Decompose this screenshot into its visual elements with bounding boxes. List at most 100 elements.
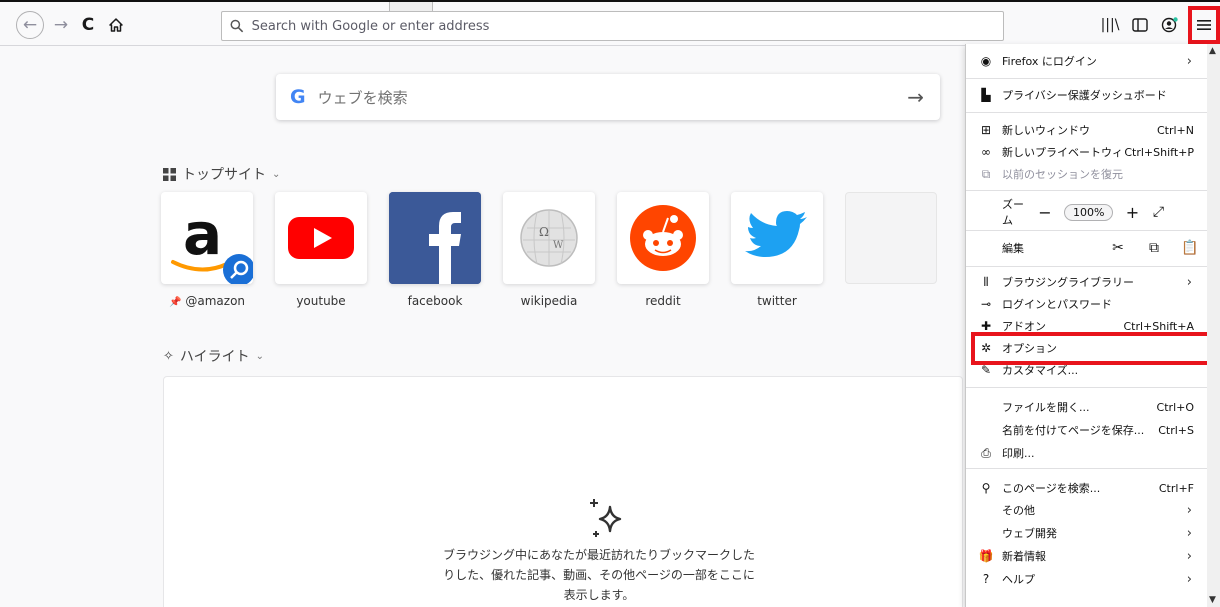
back-button[interactable]: ← [16,11,44,39]
highlights-empty-message: ブラウジング中にあなたが最近訪れたりブックマークした りした、優れた記事、動画、… [442,548,755,602]
top-sites-title: トップサイト [182,167,266,183]
forward-button[interactable]: → [48,12,74,38]
menu-item-save-page[interactable]: 名前を付けてページを保存... Ctrl+S [966,419,1208,441]
facebook-logo-icon [389,192,481,284]
twitter-bird-icon [745,211,807,257]
top-site-tile[interactable]: facebook [389,192,481,308]
highlights-panel: ブラウジング中にあなたが最近訪れたりブックマークした りした、優れた記事、動画、… [163,376,963,607]
menu-separator [966,387,1208,388]
amazon-tile-image[interactable]: a [161,192,253,284]
chevron-right-icon: › [1186,53,1192,69]
top-site-tile[interactable]: ΩW wikipedia [503,192,595,308]
grid-icon [163,167,176,181]
chevron-right-icon: › [1186,274,1192,290]
menu-item-print[interactable]: ⎙ 印刷... [966,442,1208,464]
web-search-box[interactable]: G ウェブを検索 → [276,74,940,120]
edit-label: 編集 [1002,242,1024,255]
menu-item-whats-new[interactable]: 🎁 新着情報 › [966,545,1208,567]
youtube-tile-image[interactable] [275,192,367,284]
scroll-down-arrow-icon[interactable]: ▼ [1209,595,1216,605]
svg-text:a: a [183,200,222,268]
home-button[interactable] [103,12,129,38]
chevron-down-icon: ⌄ [272,168,281,180]
hamburger-menu-icon [1197,20,1211,30]
reload-button[interactable]: C [75,12,101,38]
web-search-placeholder: ウェブを検索 [317,88,408,107]
new-tab-page: G ウェブを検索 → トップサイト ⌄ a 📌 @amazon youtube … [0,46,965,607]
scroll-up-arrow-icon[interactable]: ▲ [1209,46,1216,56]
top-sites-header[interactable]: トップサイト ⌄ [163,164,280,184]
menu-item-restore-session[interactable]: ⧉ 以前のセッションを復元 [966,163,1208,185]
facebook-tile-image[interactable] [389,192,481,284]
menu-item-signin[interactable]: ◉ Firefox にログイン › [966,50,1208,72]
chevron-right-icon: › [1186,548,1192,564]
edit-controls: 編集 ✂ ⧉ 📋 [966,236,1208,260]
reddit-tile-image[interactable] [617,192,709,284]
menu-item-new-private-window[interactable]: ∞ 新しいプライベートウィ... Ctrl+Shift+P [966,141,1208,163]
puzzle-icon: ✚ [980,319,992,333]
chevron-right-icon: › [1186,571,1192,587]
top-site-tile[interactable]: a 📌 @amazon [161,192,253,308]
highlights-sparkle-icon: ✧ [163,348,174,364]
menu-separator [966,190,1208,191]
menu-item-open-file[interactable]: ファイルを開く... Ctrl+O [966,396,1208,418]
top-site-tile[interactable]: youtube [275,192,367,308]
top-site-placeholder[interactable] [845,192,937,308]
fullscreen-button[interactable]: ⤢ [1145,204,1171,220]
copy-button[interactable]: ⧉ [1136,240,1172,256]
account-button[interactable] [1157,12,1183,38]
account-icon: ◉ [980,54,992,68]
cut-button[interactable]: ✂ [1100,240,1136,256]
menu-item-more[interactable]: その他 › [966,499,1208,521]
menu-item-web-developer[interactable]: ウェブ開発 › [966,522,1208,544]
back-arrow-icon: ← [22,15,38,35]
menu-item-library[interactable]: ⫴ ブラウジングライブラリー › [966,271,1208,293]
address-bar[interactable] [221,11,1004,41]
menu-item-logins[interactable]: ⊸ ログインとパスワード [966,293,1208,315]
app-menu-panel: ◉ Firefox にログイン › ▙ プライバシー保護ダッシュボード ⊞ 新し… [965,44,1208,607]
menu-separator [966,230,1208,231]
forward-arrow-icon: → [53,15,69,35]
search-submit-arrow-icon[interactable]: → [907,85,924,109]
wikipedia-tile-image[interactable]: ΩW [503,192,595,284]
key-icon: ⊸ [980,297,992,311]
chevron-down-icon: ⌄ [255,350,265,362]
menu-item-help[interactable]: ? ヘルプ › [966,568,1208,590]
top-sites-grid: a 📌 @amazon youtube facebook Ω W wikiped… [161,192,937,308]
sidebar-button[interactable] [1127,12,1153,38]
top-site-tile[interactable]: twitter [731,192,823,308]
highlights-header[interactable]: ✧ ハイライト ⌄ [163,346,264,366]
help-icon: ? [982,572,990,586]
top-site-tile[interactable]: reddit [617,192,709,308]
sidebar-icon [1132,18,1148,32]
google-logo-icon: G [290,86,306,108]
paste-button[interactable]: 📋 [1172,240,1208,256]
sparkle-icon [590,499,622,537]
youtube-logo-icon [288,217,354,259]
menu-item-find[interactable]: ⚲ このページを検索... Ctrl+F [966,477,1208,499]
top-site-label: wikipedia [520,294,578,308]
zoom-out-button[interactable]: − [1032,203,1058,222]
open-menu-button[interactable] [1188,6,1220,44]
top-site-label: twitter [757,294,797,308]
menu-separator [966,468,1208,469]
twitter-tile-image[interactable] [731,192,823,284]
empty-tile-image[interactable] [845,192,937,284]
private-mask-icon: ∞ [981,145,991,159]
zoom-reset-button[interactable]: 100% [1064,203,1114,221]
menu-scrollbar[interactable]: ▲ ▼ [1207,44,1220,607]
zoom-in-button[interactable]: + [1119,203,1145,222]
restore-session-icon: ⧉ [981,166,991,181]
chevron-right-icon: › [1186,502,1192,518]
library-icon: ⫴ [983,274,989,289]
address-input[interactable] [251,18,1003,34]
account-icon [1161,17,1178,33]
menu-item-privacy-dashboard[interactable]: ▙ プライバシー保護ダッシュボード [966,84,1208,106]
reddit-logo-icon [630,205,696,271]
menu-item-new-window[interactable]: ⊞ 新しいウィンドウ Ctrl+N [966,119,1208,141]
reload-icon: C [81,15,95,35]
amazon-logo-icon: a [171,200,253,284]
printer-icon: ⎙ [981,445,991,460]
library-button[interactable]: |||\ [1097,12,1123,38]
wikipedia-globe-icon: ΩW [520,209,578,267]
